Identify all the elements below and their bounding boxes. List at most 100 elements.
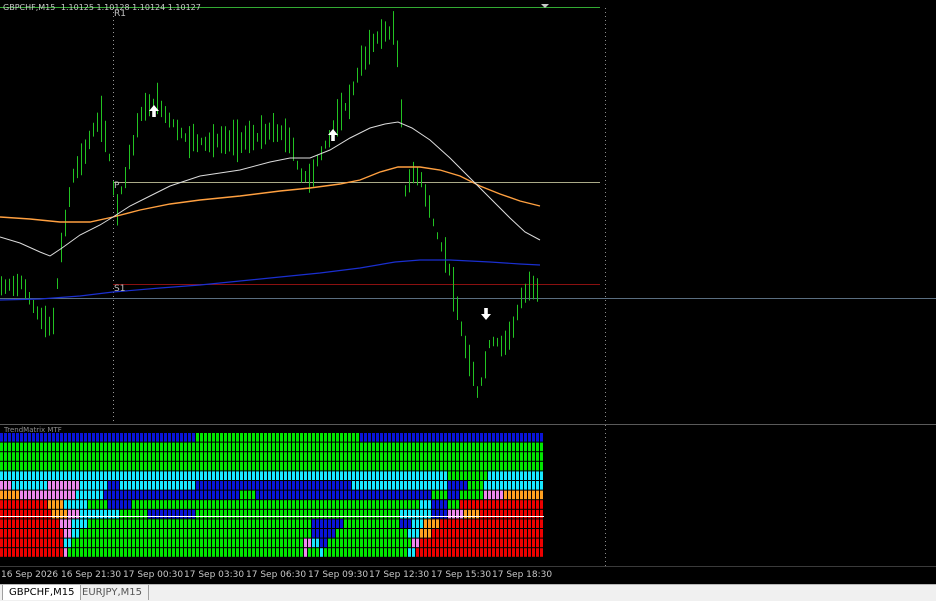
matrix-cell [240,433,243,442]
matrix-cell [404,471,407,480]
matrix-cell [144,519,147,528]
matrix-cell [236,509,239,519]
matrix-cell [88,481,91,490]
matrix-cell [260,481,263,490]
matrix-cell [492,529,495,538]
matrix-cell [200,509,203,519]
matrix-cell [88,442,91,452]
matrix-cell [384,461,387,471]
matrix-cell [36,500,39,509]
matrix-cell [104,433,107,442]
matrix-cell [248,433,251,442]
matrix-cell [516,452,519,461]
matrix-cell [4,529,7,538]
matrix-cell [336,452,339,461]
matrix-cell [172,452,175,461]
matrix-cell [92,471,95,480]
matrix-cell [336,481,339,490]
matrix-cell [184,538,187,548]
matrix-cell [260,509,263,519]
matrix-cell [452,452,455,461]
matrix-cell [260,471,263,480]
matrix-cell [384,452,387,461]
matrix-cell [520,452,523,461]
slow-moving-average-line [0,259,541,301]
matrix-cell [400,481,403,490]
matrix-cell [176,548,179,557]
matrix-cell [120,481,123,490]
matrix-cell [244,529,247,538]
trend-matrix-pane[interactable] [0,425,936,566]
matrix-cell [152,548,155,557]
matrix-cell [436,442,439,452]
matrix-cell [496,490,499,500]
matrix-cell [344,519,347,528]
matrix-cell [76,538,79,548]
matrix-cell [428,519,431,528]
matrix-cell [44,529,47,538]
matrix-cell [32,509,35,519]
matrix-cell [36,452,39,461]
matrix-cell [52,548,55,557]
matrix-cell [4,481,7,490]
tab-gbpchf[interactable]: GBPCHF,M15 [2,585,82,600]
matrix-cell [268,452,271,461]
matrix-cell [160,490,163,500]
matrix-cell [216,519,219,528]
matrix-cell [532,519,535,528]
matrix-cell [372,490,375,500]
matrix-cell [28,461,31,471]
matrix-cell [344,442,347,452]
matrix-cell [208,548,211,557]
matrix-cell [24,509,27,519]
matrix-cell [216,452,219,461]
matrix-cell [60,490,63,500]
price-chart[interactable] [0,0,936,424]
matrix-cell [108,500,111,509]
matrix-cell [440,481,443,490]
matrix-cell [80,519,83,528]
matrix-cell [88,538,91,548]
matrix-cell [316,538,319,548]
matrix-cell [528,529,531,538]
matrix-cell [120,529,123,538]
matrix-cell [188,509,191,519]
matrix-cell [288,433,291,442]
matrix-cell [36,481,39,490]
matrix-cell [532,481,535,490]
matrix-cell [160,519,163,528]
matrix-cell [520,481,523,490]
matrix-cell [128,490,131,500]
matrix-cell [508,500,511,509]
matrix-cell [44,538,47,548]
matrix-cell [360,481,363,490]
matrix-cell [280,471,283,480]
matrix-cell [352,490,355,500]
matrix-cell [228,519,231,528]
matrix-cell [152,461,155,471]
matrix-cell [500,519,503,528]
tab-eurjpy[interactable]: EURJPY,M15 [76,585,149,600]
matrix-cell [372,471,375,480]
matrix-cell [452,500,455,509]
matrix-cell [4,548,7,557]
matrix-cell [172,538,175,548]
matrix-cell [468,519,471,528]
matrix-cell [340,519,343,528]
matrix-cell [352,481,355,490]
matrix-cell [508,442,511,452]
matrix-cell [360,500,363,509]
matrix-cell [28,433,31,442]
matrix-cell [328,548,331,557]
matrix-cell [360,490,363,500]
matrix-cell [28,452,31,461]
matrix-cell [148,433,151,442]
matrix-cell [480,471,483,480]
matrix-cell [388,519,391,528]
matrix-cell [56,538,59,548]
matrix-cell [420,452,423,461]
matrix-cell [236,481,239,490]
matrix-cell [492,442,495,452]
matrix-cell [416,442,419,452]
matrix-cell [380,433,383,442]
